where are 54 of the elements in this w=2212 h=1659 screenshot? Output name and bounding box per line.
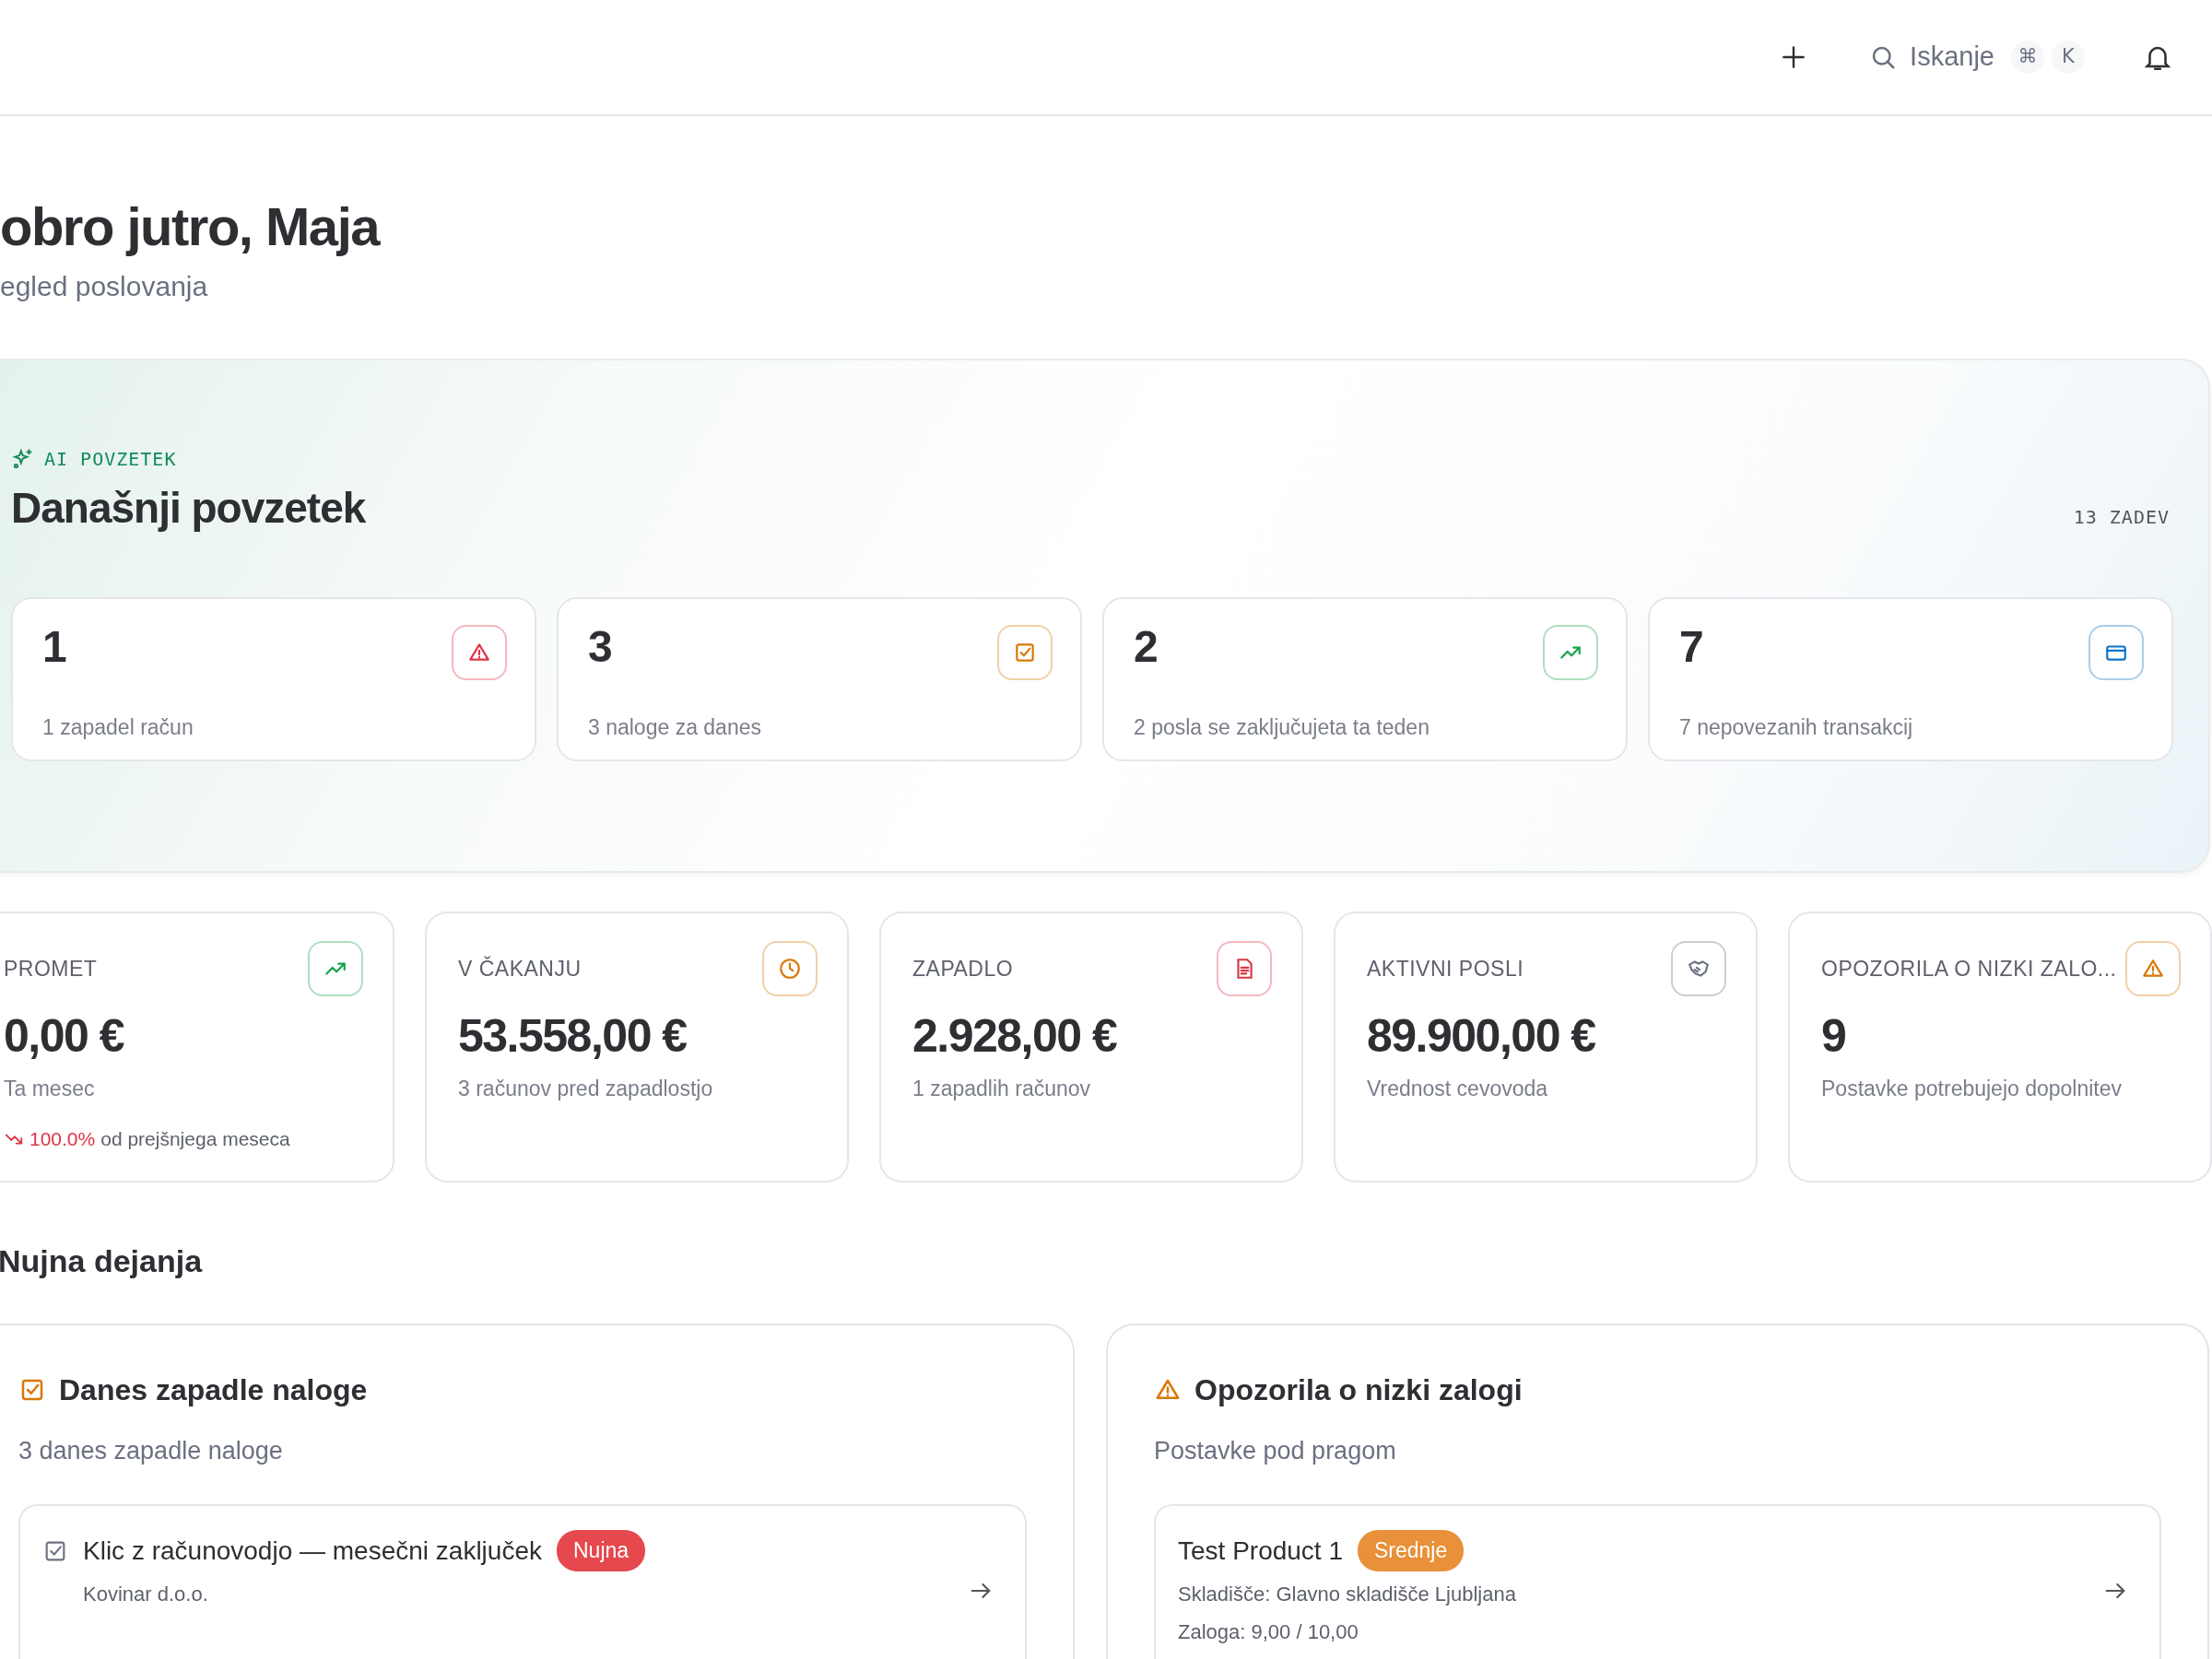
summary-tile[interactable]: 1 1 zapadel račun xyxy=(11,596,536,761)
summary-tile[interactable]: 7 7 nepovezanih transakcij xyxy=(1648,596,2173,761)
priority-badge: Nujna xyxy=(557,1530,646,1571)
search-button[interactable]: Iskanje ⌘ K xyxy=(1864,31,2090,83)
sparkle-icon xyxy=(11,446,35,471)
tile-value: 7 xyxy=(1679,624,1704,669)
item-detail: Skladišče: Glavno skladišče Ljubljana xyxy=(1178,1581,1516,1607)
kpi-value: 53.558,00 € xyxy=(458,1010,688,1062)
summary-tile[interactable]: 3 3 naloge za danes xyxy=(557,596,1082,761)
tile-value: 2 xyxy=(1134,624,1159,669)
tile-text: 7 nepovezanih transakcij xyxy=(1679,713,1914,741)
kpi-note: 3 računov pred zapadlostjo xyxy=(458,1075,714,1102)
kpi-note: Vrednost cevovoda xyxy=(1367,1075,1549,1102)
priority-badge: Srednje xyxy=(1358,1530,1465,1571)
kpi-value: 89.900,00 € xyxy=(1367,1010,1596,1062)
panel-subtitle: 3 danes zapadle naloge xyxy=(18,1435,284,1466)
page-title: obro jutro, Maja xyxy=(0,195,381,256)
summary-tile[interactable]: 2 2 posla se zaključujeta ta teden xyxy=(1102,596,1628,761)
change-text: od prejšnjega meseca xyxy=(100,1127,290,1152)
kpi-note: 1 zapadlih računov xyxy=(912,1075,1092,1102)
page-subtitle: egled poslovanja xyxy=(0,269,209,303)
panel-title: Danes zapadle naloge xyxy=(59,1371,368,1408)
kpi-note: Postavke potrebujejo dopolnitev xyxy=(1821,1075,2124,1102)
tile-text: 3 naloge za danes xyxy=(588,713,762,741)
tile-text: 1 zapadel račun xyxy=(42,713,194,741)
item-detail: Kovinar d.o.o. xyxy=(82,1581,209,1607)
kpi-label: AKTIVNI POSLI xyxy=(1367,955,1524,982)
search-label: Iskanje xyxy=(1910,41,1994,74)
item-title: Test Product 1 xyxy=(1178,1535,1343,1567)
panel-subtitle: Postavke pod pragom xyxy=(1154,1435,1397,1466)
panel-title: Opozorila o nizki zalogi xyxy=(1194,1371,1523,1408)
shortcut-key: K xyxy=(2052,41,2085,74)
tile-value: 1 xyxy=(42,624,67,669)
change-percent: 100.0% xyxy=(29,1127,96,1152)
kpi-label: ZAPADLO xyxy=(912,955,1014,982)
kpi-value: 9 xyxy=(1821,1010,1847,1062)
item-detail: Zaloga: 9,00 / 10,00 xyxy=(1178,1618,1359,1645)
kpi-label: PROMET xyxy=(4,955,98,982)
kpi-note: Ta mesec xyxy=(4,1075,96,1102)
kpi-label: V ČAKANJU xyxy=(458,955,582,982)
shortcut-key: ⌘ xyxy=(2011,41,2044,74)
section-title: Nujna dejanja xyxy=(0,1241,204,1280)
issue-count: 13 ZADEV xyxy=(2073,504,2170,530)
summary-title: Današnji povzetek xyxy=(11,482,366,534)
clock-icon xyxy=(778,956,802,981)
kpi-label: OPOZORILA O NIZKI ZALO... xyxy=(1821,955,2117,982)
section-label: AI POVZETEK xyxy=(44,446,177,472)
list-item[interactable]: Klic z računovodjo — mesečni zaključek Nujna Kovinar d.o.o. xyxy=(18,1504,1027,1659)
tile-value: 3 xyxy=(588,624,613,669)
kpi-value: 2.928,00 € xyxy=(912,1010,1118,1062)
list-item[interactable]: Test Product 1 Srednje Skladišče: Glavno skladišče Ljubljana Zaloga: 9,00 / 10,00 xyxy=(1154,1504,2161,1659)
item-title: Klic z računovodjo — mesečni zaključek xyxy=(83,1535,542,1567)
tile-text: 2 posla se zaključujeta ta teden xyxy=(1134,713,1430,741)
kpi-value: 0,00 € xyxy=(4,1010,125,1062)
